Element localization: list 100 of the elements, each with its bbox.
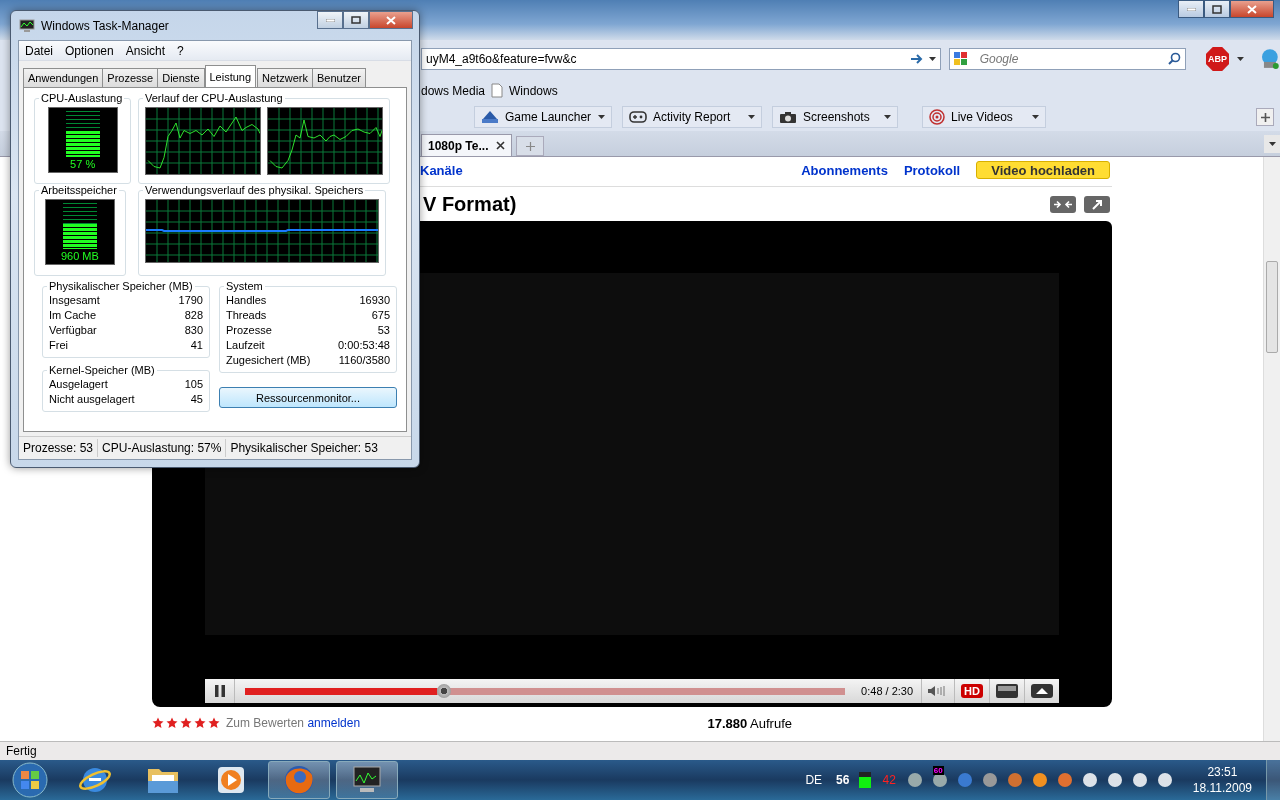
upload-button[interactable]: Video hochladen xyxy=(976,161,1110,179)
play-icon xyxy=(216,765,246,795)
status-text: Fertig xyxy=(6,744,37,758)
seek-handle[interactable] xyxy=(437,683,452,698)
page-icon xyxy=(491,83,504,98)
tray-counter[interactable]: 56 xyxy=(836,773,850,787)
add-button[interactable] xyxy=(1256,108,1274,126)
screen-icon xyxy=(996,684,1018,698)
menu-item[interactable]: ? xyxy=(171,43,190,58)
monitor-icon xyxy=(19,18,35,33)
menu-item[interactable]: Datei xyxy=(19,43,59,58)
caret-icon xyxy=(884,115,891,119)
stat-value: 41 xyxy=(190,338,203,353)
bookmark-link[interactable]: dows Media xyxy=(421,83,486,98)
plus-icon xyxy=(526,141,535,151)
minimize-icon xyxy=(1186,7,1196,11)
caret-icon xyxy=(748,115,755,119)
new-tab-button[interactable] xyxy=(516,136,545,156)
seek-bar[interactable] xyxy=(245,687,846,695)
resource-monitor-button[interactable]: Ressourcenmonitor... xyxy=(219,387,397,408)
tab[interactable]: Dienste xyxy=(157,68,205,87)
nav-link[interactable]: Protokoll xyxy=(903,162,961,178)
bookmark-link[interactable]: Windows xyxy=(509,83,558,98)
maximize-button[interactable] xyxy=(1204,0,1230,18)
group-title: Arbeitsspeicher xyxy=(40,184,118,196)
search-field[interactable]: Google xyxy=(948,48,1186,70)
maximize-button[interactable] xyxy=(343,11,369,29)
group-title: Kernel-Speicher (MB) xyxy=(48,364,156,376)
stat-label: Nicht ausgelagert xyxy=(49,392,135,407)
stat-label: Frei xyxy=(49,338,68,353)
stat-value: 828 xyxy=(184,308,203,323)
clock-time: 23:51 xyxy=(1207,764,1238,780)
maximize-icon xyxy=(351,16,361,24)
gamepad-icon xyxy=(629,111,647,123)
toolbar-button[interactable]: Live Videos xyxy=(922,106,1046,128)
language-indicator[interactable]: DE xyxy=(805,773,823,787)
tab[interactable]: Anwendungen xyxy=(23,68,104,87)
toolbar-button[interactable]: Activity Report xyxy=(622,106,762,128)
shrink-button[interactable] xyxy=(1050,195,1076,213)
menu-item[interactable]: Ansicht xyxy=(119,43,172,58)
close-button[interactable] xyxy=(1230,0,1274,18)
status-text: Prozesse: 53 xyxy=(19,439,99,457)
caret-icon xyxy=(1268,142,1276,146)
go-arrow-icon[interactable] xyxy=(910,54,923,64)
grid-meter-icon[interactable] xyxy=(859,772,872,788)
address-field[interactable]: uyM4_a9t6o&feature=fvw&c xyxy=(421,48,941,70)
tab[interactable]: Netzwerk xyxy=(257,68,313,87)
tab[interactable]: Leistung xyxy=(204,65,257,87)
group-title: Verwendungsverlauf des physikal. Speichers xyxy=(144,184,365,196)
stat-label: Im Cache xyxy=(49,308,97,323)
login-link[interactable]: anmelden xyxy=(307,716,361,730)
stat-label: Threads xyxy=(226,308,267,323)
tab[interactable]: Benutzer xyxy=(311,68,366,87)
minimize-button[interactable] xyxy=(317,11,343,29)
close-icon xyxy=(1247,4,1257,14)
close-button[interactable] xyxy=(369,11,413,29)
pause-icon xyxy=(214,685,225,697)
stat-label: Prozesse xyxy=(226,323,272,338)
menu-item[interactable]: Optionen xyxy=(59,43,120,58)
adblock-button[interactable]: ABP xyxy=(1205,47,1230,71)
group-title: CPU-Auslastung xyxy=(40,92,124,104)
star-rating[interactable] xyxy=(152,717,220,729)
stat-label: Laufzeit xyxy=(226,338,265,353)
seek-fill[interactable] xyxy=(245,687,438,695)
stat-value: 1160/3580 xyxy=(338,353,390,368)
window-title: Windows Task-Manager xyxy=(41,18,170,33)
tab-list-button[interactable] xyxy=(1264,135,1280,153)
restore-icon xyxy=(1212,4,1222,14)
arrows-inward-icon xyxy=(1054,199,1072,209)
stat-value: 0:00:53:48 xyxy=(338,338,390,353)
clock[interactable]: 23:51 18.11.2009 xyxy=(1192,764,1252,796)
stat-value: 16930 xyxy=(359,293,390,308)
close-icon xyxy=(386,15,396,25)
minimize-button[interactable] xyxy=(1178,0,1204,18)
nav-link[interactable]: Abonnements xyxy=(801,162,888,178)
stat-label: Insgesamt xyxy=(49,293,100,308)
rating-prompt: Zum Bewerten anmelden xyxy=(226,716,361,730)
video-title: V Format) xyxy=(423,192,517,216)
time-display: 0:48 / 2:30 xyxy=(861,685,914,697)
stat-value: 1790 xyxy=(178,293,203,308)
windows-orb-icon xyxy=(11,761,49,799)
meter-reading: 57 % xyxy=(70,158,96,170)
browser-tab[interactable]: 1080p Te... xyxy=(421,134,513,156)
tab[interactable]: Prozesse xyxy=(102,68,159,87)
nav-link[interactable]: Kanäle xyxy=(420,162,463,178)
toolbar-button[interactable]: Game Launcher xyxy=(474,106,612,128)
toolbar-button[interactable]: Screenshots xyxy=(772,106,898,128)
scrollbar[interactable] xyxy=(1263,157,1280,741)
popout-button[interactable] xyxy=(1084,195,1110,213)
close-icon[interactable] xyxy=(496,141,506,150)
meter-reading: 960 MB xyxy=(60,250,99,262)
search-icon[interactable] xyxy=(1167,52,1181,65)
caret-icon xyxy=(598,115,605,119)
status-text: CPU-Auslastung: 57% xyxy=(98,439,227,457)
stat-value: 45 xyxy=(190,392,203,407)
target-icon xyxy=(929,109,945,125)
hd-button[interactable]: HD xyxy=(954,679,989,703)
plus-icon xyxy=(1260,112,1270,122)
taskbar-button[interactable] xyxy=(336,761,398,799)
tray-badge: 60 xyxy=(932,766,944,775)
